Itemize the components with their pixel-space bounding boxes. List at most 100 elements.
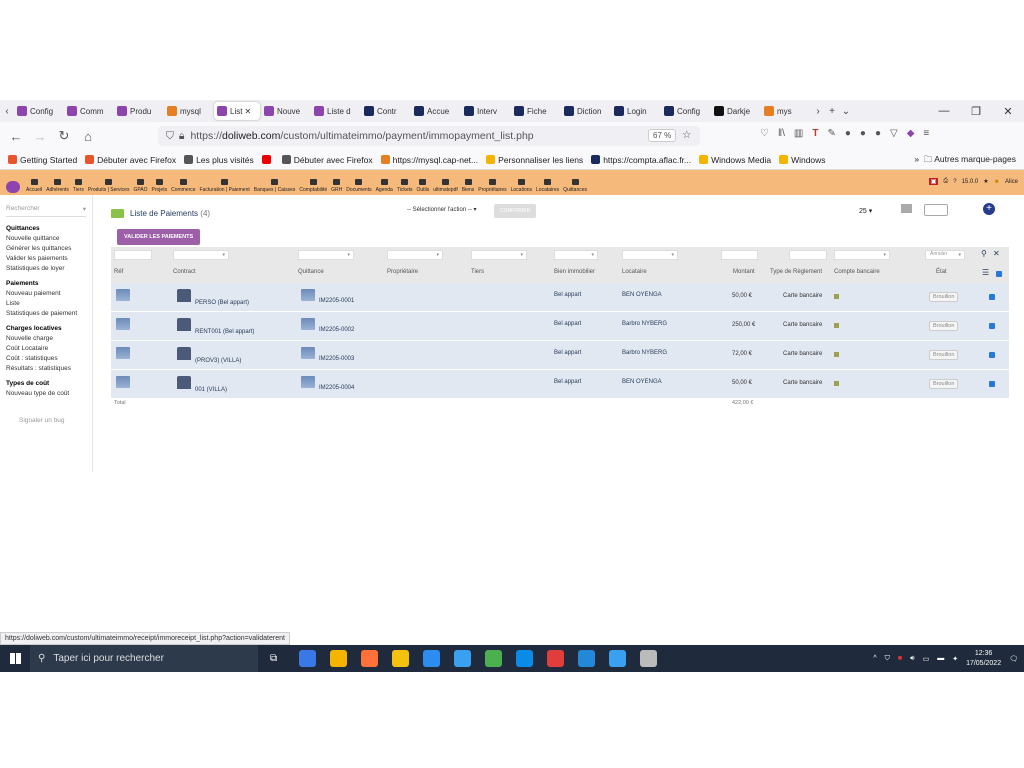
user-avatar[interactable]: ☻ <box>994 179 1000 185</box>
property-link[interactable]: Bel appart <box>554 350 581 356</box>
bookmark-item[interactable]: Windows <box>779 155 826 165</box>
browser-tab[interactable]: Nouve <box>261 102 310 120</box>
notifications-icon[interactable]: 🗨 <box>1009 655 1018 663</box>
column-header[interactable]: Quittance <box>298 269 324 275</box>
column-header[interactable]: Bien immobilier <box>554 269 595 275</box>
table-row[interactable]: (PROV3) (VILLA) IM2205-0003 Bel appart B… <box>111 341 1009 370</box>
property-link[interactable]: Bel appart <box>554 292 581 298</box>
sidebar-item[interactable]: Nouvelle quittance <box>6 235 92 242</box>
top-menu-item[interactable]: Banques | Caisses <box>254 179 295 193</box>
sidebar-group-title[interactable]: Charges locatives <box>6 325 92 332</box>
new-tab-icon[interactable]: + <box>825 106 839 117</box>
top-menu-item[interactable]: Locations <box>511 179 532 193</box>
column-header[interactable]: Propriétaire <box>387 269 418 275</box>
show-hidden-icons[interactable]: ^ <box>873 655 876 662</box>
filter-bien[interactable] <box>554 250 598 260</box>
column-header[interactable]: Contract <box>173 269 196 275</box>
filter-montant[interactable] <box>721 250 758 260</box>
bookmark-star-icon[interactable]: ☆ <box>682 129 691 141</box>
contract-link[interactable]: PERSO (Bel appart) <box>195 300 249 306</box>
close-tab-icon[interactable]: ✕ <box>244 107 251 116</box>
list-all-tabs-icon[interactable]: ⌄ <box>839 106 853 117</box>
minimize-icon[interactable]: — <box>928 105 960 117</box>
clear-filter-icon[interactable]: ✕ <box>993 249 1000 258</box>
taskbar-app-icon[interactable] <box>485 650 503 667</box>
mass-action-select[interactable]: -- Sélectionner l'action -- ▾ <box>407 206 477 213</box>
contract-link[interactable]: 001 (VILLA) <box>195 387 227 393</box>
sidebar-item[interactable]: Statistiques de loyer <box>6 265 92 272</box>
add-new-button[interactable]: + <box>983 203 995 215</box>
tenant-link[interactable]: Barbro NYBERG <box>622 321 667 327</box>
receipt-link[interactable]: IM2205-0004 <box>319 385 354 391</box>
row-checkbox[interactable] <box>989 381 995 387</box>
top-menu-item[interactable]: Agenda <box>376 179 393 193</box>
sidebar-item[interactable]: Nouveau paiement <box>6 290 92 297</box>
browser-tab[interactable]: Liste d <box>311 102 360 120</box>
top-menu-item[interactable]: Biens <box>462 179 474 193</box>
sidebar-item[interactable]: Générer les quittances <box>6 245 92 252</box>
help-icon[interactable]: ? <box>953 179 956 185</box>
taskbar-app-icon[interactable] <box>330 650 348 667</box>
bookmark-item[interactable]: Personnaliser les liens <box>486 155 583 165</box>
notification-app-icon[interactable]: ✦ <box>952 655 958 663</box>
tenant-link[interactable]: BEN OYENGA <box>622 292 662 298</box>
column-header[interactable]: État <box>936 269 947 275</box>
top-menu-item[interactable]: Produits | Services <box>88 179 129 193</box>
close-window-icon[interactable]: ✕ <box>992 105 1024 118</box>
payment-ref-icon[interactable] <box>116 376 130 388</box>
browser-tab[interactable]: Fiche <box>511 102 560 120</box>
top-menu-item[interactable]: Documents <box>346 179 372 193</box>
top-menu-item[interactable]: Adhérents <box>46 179 69 193</box>
browser-tab[interactable]: mys <box>761 102 810 120</box>
bank-account-icon[interactable] <box>834 381 839 386</box>
column-selector-icon[interactable]: ☰ <box>982 268 989 277</box>
restore-icon[interactable]: ❐ <box>960 105 992 118</box>
extension-abp-icon[interactable]: ● <box>845 128 851 139</box>
pocket-icon[interactable]: ♡ <box>760 128 769 139</box>
bookmark-star-icon[interactable]: ★ <box>983 178 988 185</box>
bookmark-item[interactable]: Getting Started <box>8 155 77 165</box>
taskbar-search[interactable]: ⚲ Taper ici pour rechercher <box>30 645 258 672</box>
tab-scroll-right-icon[interactable]: › <box>811 106 825 117</box>
browser-tab[interactable]: Config <box>661 102 710 120</box>
tenant-link[interactable]: BEN OYENGA <box>622 379 662 385</box>
browser-tab[interactable]: Comm <box>64 102 113 120</box>
filter-etat[interactable]: Annuler <box>925 250 965 260</box>
filter-quittance[interactable] <box>298 250 354 260</box>
kanban-view-icon[interactable] <box>924 204 948 216</box>
eyedropper-icon[interactable]: ✎ <box>827 128 835 139</box>
row-checkbox[interactable] <box>989 323 995 329</box>
sidebar-group-title[interactable]: Types de coût <box>6 380 92 387</box>
column-header[interactable]: Montant <box>733 269 755 275</box>
taskbar-app-icon[interactable] <box>578 650 596 667</box>
validate-payments-button[interactable]: VALIDER LES PAIEMENTS <box>117 229 201 245</box>
table-row[interactable]: RENT001 (Bel appart) IM2205-0002 Bel app… <box>111 312 1009 341</box>
sidebar-item[interactable]: Résultats : statistiques <box>6 365 92 372</box>
top-menu-item[interactable]: Locataires <box>536 179 559 193</box>
payment-ref-icon[interactable] <box>116 347 130 359</box>
extension-badge-icon[interactable]: ◆ <box>907 128 915 139</box>
tab-scroll-left-icon[interactable]: ‹ <box>0 106 14 117</box>
filter-type[interactable] <box>789 250 827 260</box>
top-menu-item[interactable]: GRH <box>331 179 342 193</box>
filter-contract[interactable] <box>173 250 229 260</box>
tenant-link[interactable]: Barbro NYBERG <box>622 350 667 356</box>
browser-tab[interactable]: Diction <box>561 102 610 120</box>
browser-tab[interactable]: Darkje <box>711 102 760 120</box>
top-menu-item[interactable]: Projets <box>152 179 167 193</box>
bank-account-icon[interactable] <box>834 323 839 328</box>
bookmark-item[interactable]: Débuter avec Firefox <box>85 155 176 165</box>
bookmark-item[interactable]: https://compta.aflac.fr... <box>591 155 691 165</box>
sidebar-icon[interactable]: ▥ <box>794 128 803 139</box>
browser-tab[interactable]: Produ <box>114 102 163 120</box>
security-icon[interactable]: ⛉ <box>885 655 890 663</box>
property-link[interactable]: Bel appart <box>554 379 581 385</box>
start-button[interactable] <box>0 653 30 664</box>
table-row[interactable]: PERSO (Bel appart) IM2205-0001 Bel appar… <box>111 283 1009 312</box>
browser-tab[interactable]: Contr <box>361 102 410 120</box>
taskbar-app-icon[interactable] <box>547 650 565 667</box>
column-header[interactable]: Type de Règlement <box>770 269 822 275</box>
contract-link[interactable]: (PROV3) (VILLA) <box>195 358 241 364</box>
extension-pinterest-icon[interactable]: ● <box>875 128 881 139</box>
print-icon[interactable]: ⎙ <box>943 178 948 185</box>
